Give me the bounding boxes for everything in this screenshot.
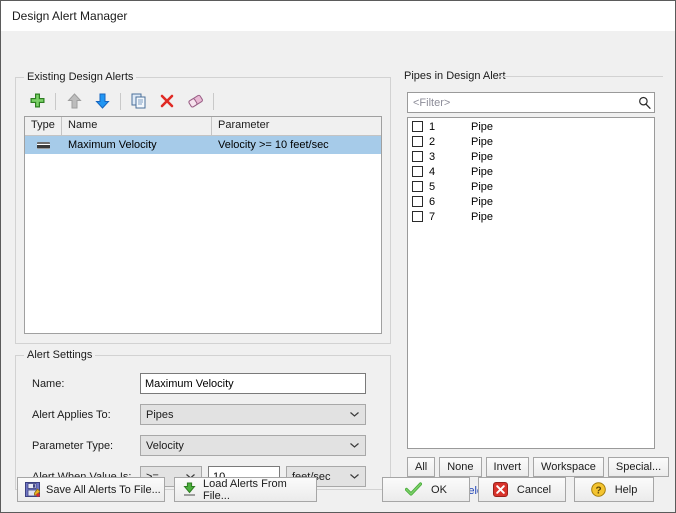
parameter-type-label: Parameter Type:: [32, 439, 114, 452]
arrow-down-icon: [94, 93, 110, 109]
pipe-checkbox[interactable]: [412, 151, 423, 162]
cancel-label: Cancel: [516, 483, 552, 496]
applies-to-value: Pipes: [146, 408, 174, 421]
toolbar-separator-1: [55, 92, 56, 110]
applies-to-select[interactable]: Pipes: [140, 404, 366, 425]
toolbar-separator-3: [213, 92, 214, 110]
pipe-name: Pipe: [471, 210, 494, 223]
applies-to-row: Alert Applies To: Pipes: [16, 404, 390, 425]
pipe-checkbox[interactable]: [412, 121, 423, 132]
parameter-type-value: Velocity: [146, 439, 184, 452]
load-alerts-label: Load Alerts From File...: [203, 477, 287, 502]
list-item[interactable]: 4 Pipe: [408, 164, 654, 179]
list-item[interactable]: 2 Pipe: [408, 134, 654, 149]
pipe-name: Pipe: [471, 165, 494, 178]
pipe-number: 1: [429, 120, 436, 133]
pipe-checkbox[interactable]: [412, 181, 423, 192]
existing-design-alerts-legend: Existing Design Alerts: [24, 71, 137, 83]
pipe-number: 4: [429, 165, 436, 178]
pipes-filter-input[interactable]: <Filter>: [407, 92, 655, 113]
red-x-box-icon: [492, 482, 508, 497]
list-item[interactable]: 3 Pipe: [408, 149, 654, 164]
title-bar: Design Alert Manager: [1, 1, 675, 31]
name-row: Name: Maximum Velocity: [16, 373, 390, 394]
pipes-filter-placeholder: <Filter>: [413, 96, 451, 109]
pipe-checkbox[interactable]: [412, 166, 423, 177]
window-title: Design Alert Manager: [12, 9, 128, 23]
list-item[interactable]: 5 Pipe: [408, 179, 654, 194]
alerts-toolbar: [24, 88, 217, 114]
arrow-up-icon: [66, 93, 82, 109]
green-down-arrow-icon: [182, 482, 197, 497]
red-x-icon: [160, 94, 174, 108]
row-type-cell: [25, 141, 62, 149]
pipe-checkbox[interactable]: [412, 211, 423, 222]
move-down-button[interactable]: [89, 89, 115, 113]
ok-button[interactable]: OK: [382, 477, 470, 502]
pipe-number: 3: [429, 150, 436, 163]
toolbar-separator-2: [120, 92, 121, 110]
load-alerts-button[interactable]: Load Alerts From File...: [174, 477, 317, 502]
pipes-list[interactable]: 1 Pipe 2 Pipe 3 Pipe 4 Pipe 5 Pipe 6 Pip…: [407, 117, 655, 449]
dialog-body: Existing Design Alerts Type Name Paramet…: [1, 31, 675, 512]
list-item[interactable]: 6 Pipe: [408, 194, 654, 209]
search-icon[interactable]: [634, 96, 654, 109]
design-alert-manager-dialog: Design Alert Manager Existing Design Ale…: [0, 0, 676, 513]
parameter-type-select[interactable]: Velocity: [140, 435, 366, 456]
green-check-icon: [405, 482, 423, 497]
save-disk-icon: [25, 482, 40, 497]
alert-settings-legend: Alert Settings: [24, 349, 96, 361]
help-label: Help: [614, 483, 638, 496]
column-header-type[interactable]: Type: [25, 117, 62, 135]
existing-design-alerts-group: Existing Design Alerts Type Name Paramet…: [15, 71, 391, 344]
pipe-number: 2: [429, 135, 436, 148]
pipe-name: Pipe: [471, 180, 494, 193]
name-label: Name:: [32, 377, 65, 390]
pipe-number: 7: [429, 210, 436, 223]
duplicate-button[interactable]: [126, 89, 152, 113]
pipe-name: Pipe: [471, 120, 494, 133]
pipe-name: Pipe: [471, 195, 494, 208]
pipes-divider: [499, 76, 663, 77]
alerts-table-header: Type Name Parameter: [25, 117, 381, 136]
chevron-down-icon: [350, 442, 359, 448]
ok-label: OK: [431, 483, 447, 496]
plus-icon: [30, 93, 44, 107]
help-button[interactable]: ? Help: [574, 477, 654, 502]
list-item[interactable]: 7 Pipe: [408, 209, 654, 224]
eraser-icon: [187, 94, 203, 108]
pipe-checkbox[interactable]: [412, 136, 423, 147]
chevron-down-icon: [350, 411, 359, 417]
svg-text:?: ?: [595, 485, 601, 496]
pipes-legend: Pipes in Design Alert: [401, 70, 509, 82]
alerts-table[interactable]: Type Name Parameter Maximum Velocity Vel…: [24, 116, 382, 334]
pipes-in-design-alert-group: Pipes in Design Alert <Filter> 1 Pipe 2 …: [399, 70, 670, 499]
pipe-checkbox[interactable]: [412, 196, 423, 207]
dialog-footer: Save All Alerts To File... Load Alerts F…: [1, 470, 675, 512]
equals-bar-icon: [37, 141, 50, 149]
table-row[interactable]: Maximum Velocity Velocity >= 10 feet/sec: [25, 136, 381, 154]
pipe-name: Pipe: [471, 135, 494, 148]
pipe-number: 6: [429, 195, 436, 208]
row-parameter-cell: Velocity >= 10 feet/sec: [218, 139, 329, 151]
name-input[interactable]: Maximum Velocity: [140, 373, 366, 394]
parameter-type-row: Parameter Type: Velocity: [16, 435, 390, 456]
pipe-name: Pipe: [471, 150, 494, 163]
add-alert-button[interactable]: [24, 89, 50, 113]
delete-button[interactable]: [154, 89, 180, 113]
column-header-parameter[interactable]: Parameter: [212, 117, 381, 135]
pipe-number: 5: [429, 180, 436, 193]
yellow-question-icon: ?: [590, 482, 606, 497]
save-all-alerts-label: Save All Alerts To File...: [46, 483, 161, 496]
cancel-button[interactable]: Cancel: [478, 477, 566, 502]
save-all-alerts-button[interactable]: Save All Alerts To File...: [17, 477, 165, 502]
row-name-cell: Maximum Velocity: [68, 139, 157, 151]
copy-icon: [131, 93, 146, 109]
move-up-button[interactable]: [61, 89, 87, 113]
clear-button[interactable]: [182, 89, 208, 113]
column-header-name[interactable]: Name: [62, 117, 212, 135]
applies-to-label: Alert Applies To:: [32, 408, 111, 421]
list-item[interactable]: 1 Pipe: [408, 119, 654, 134]
